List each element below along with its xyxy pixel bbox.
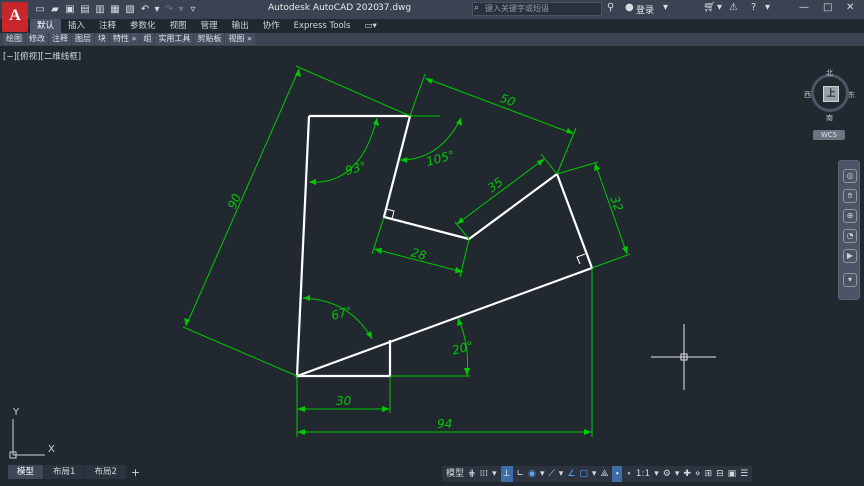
right-angle-mark-outer bbox=[576, 253, 586, 265]
isodraft-icon[interactable]: ⟋ bbox=[548, 466, 554, 482]
drawing-canvas[interactable]: 90 50 35 32 28 30 94 93° 105° 67° 20° Y … bbox=[0, 0, 864, 486]
compass-west[interactable]: 西 bbox=[804, 90, 811, 100]
snap-dropdown-icon[interactable]: ▾ bbox=[492, 466, 497, 482]
dim-28-ext-a bbox=[371, 216, 385, 255]
tab-layout1[interactable]: 布局1 bbox=[44, 465, 85, 479]
dimension-texts: 90 50 35 32 28 30 94 93° 105° 67° 20° bbox=[225, 91, 626, 431]
dim-text-20: 20° bbox=[451, 339, 475, 358]
grid-icon[interactable]: ⋕ bbox=[468, 466, 476, 482]
dim-text-30: 30 bbox=[336, 394, 352, 408]
ucs-icon bbox=[9, 419, 45, 459]
annotation-scale-auto-icon[interactable]: ⋆ bbox=[612, 466, 623, 482]
polar-tracking-icon[interactable]: ◉ bbox=[528, 466, 536, 482]
annotation-object-icon[interactable]: ⋆ bbox=[626, 466, 632, 482]
dim-text-93: 93° bbox=[344, 159, 368, 178]
dim-50-line bbox=[424, 77, 575, 135]
add-layout-button[interactable]: + bbox=[127, 466, 144, 479]
arrow-35-a bbox=[457, 217, 464, 224]
object-snap-tracking-icon[interactable]: ∠ bbox=[567, 466, 575, 482]
dim-35-ext-b bbox=[540, 153, 558, 175]
compass-south[interactable]: 南 bbox=[826, 113, 833, 123]
dim-text-32: 32 bbox=[607, 194, 625, 213]
arrow-50-a bbox=[425, 78, 433, 84]
viewcube[interactable]: 上 北 南 西 东 WCS bbox=[804, 68, 855, 148]
workspace-dropdown-icon[interactable]: ▾ bbox=[675, 466, 680, 482]
zoom-extents-icon[interactable]: ⊕ bbox=[843, 209, 857, 223]
arrow-30-a bbox=[297, 406, 305, 412]
tab-model[interactable]: 模型 bbox=[8, 465, 44, 479]
dim-text-35: 35 bbox=[485, 175, 506, 195]
dimensions bbox=[182, 65, 631, 437]
arrow-35-b bbox=[537, 159, 544, 166]
customization-icon[interactable]: ☰ bbox=[740, 466, 748, 482]
model-space-toggle[interactable]: 模型 bbox=[446, 466, 464, 482]
isolate-objects-icon[interactable]: ⊟ bbox=[716, 466, 724, 482]
wcs-menu-button[interactable]: WCS bbox=[813, 130, 845, 140]
showmotion-icon[interactable]: ▶ bbox=[843, 249, 857, 263]
annotation-monitor-icon[interactable]: ✚ bbox=[683, 466, 691, 482]
dim-text-28: 28 bbox=[409, 245, 428, 263]
arrow-30-b bbox=[382, 406, 390, 412]
viewcube-top-face[interactable]: 上 bbox=[823, 86, 839, 102]
arrow-50-b bbox=[566, 128, 574, 134]
navbar-menu-icon[interactable]: ▾ bbox=[843, 273, 857, 287]
annotation-scale-value[interactable]: 1:1 bbox=[636, 466, 650, 482]
workspace-gear-icon[interactable]: ⚙ bbox=[663, 466, 671, 482]
clean-screen-icon[interactable]: ▣ bbox=[728, 466, 737, 482]
ucs-y-label: Y bbox=[12, 407, 20, 418]
arrow-93-a bbox=[309, 179, 316, 185]
dim-50-ext-b bbox=[556, 127, 577, 175]
dim-90-ext-b bbox=[295, 65, 411, 117]
arrow-105-a bbox=[400, 157, 407, 163]
arrow-94-b bbox=[584, 429, 592, 435]
object-snap-icon[interactable]: ▢ bbox=[579, 466, 588, 482]
status-bar: 模型 ⋕ ⁞⁞⁞ ▾ ⊥ ∟ ◉ ▾ ⟋ ▾ ∠ ▢ ▾ ⟁ ⋆ ⋆ 1:1 ▾… bbox=[442, 466, 753, 482]
arrow-20-a bbox=[457, 318, 463, 326]
annotation-scale-dropdown-icon[interactable]: ▾ bbox=[654, 466, 659, 482]
dim-50-ext-a bbox=[409, 73, 426, 117]
snap-icon[interactable]: ⁞⁞⁞ bbox=[480, 466, 489, 482]
arrow-32-a bbox=[594, 163, 600, 171]
units-icon[interactable]: ⋄ bbox=[695, 466, 701, 482]
object-snap-dropdown-icon[interactable]: ▾ bbox=[592, 466, 597, 482]
navigation-bar: ◎ ✋︎ ⊕ ◔ ▶ ▾ bbox=[838, 160, 860, 300]
ucs-x-label: X bbox=[48, 444, 55, 455]
dim-text-105: 105° bbox=[425, 148, 457, 169]
tab-layout2[interactable]: 布局2 bbox=[85, 465, 126, 479]
arrow-67-b bbox=[366, 331, 372, 339]
orbit-icon[interactable]: ◔ bbox=[843, 229, 857, 243]
dim-90-ext-a bbox=[182, 326, 298, 377]
ortho-icon[interactable]: ∟ bbox=[517, 466, 525, 482]
infer-constraints-icon[interactable]: ⊥ bbox=[500, 466, 513, 482]
arrow-93-b bbox=[373, 118, 379, 126]
steering-wheel-icon[interactable]: ◎ bbox=[843, 169, 857, 183]
dim-text-90: 90 bbox=[225, 191, 244, 211]
dim-35-line bbox=[456, 158, 545, 225]
pan-icon[interactable]: ✋︎ bbox=[843, 189, 857, 203]
layout-tabs: 模型 布局1 布局2 + bbox=[8, 465, 144, 479]
dim-text-67: 67° bbox=[330, 304, 354, 323]
quick-properties-icon[interactable]: ⊞ bbox=[705, 466, 713, 482]
dim-32-ext-a bbox=[556, 161, 599, 175]
dim-32-ext-b bbox=[591, 253, 631, 269]
arrow-67-a bbox=[303, 295, 310, 301]
isodraft-dropdown-icon[interactable]: ▾ bbox=[559, 466, 564, 482]
compass-east[interactable]: 东 bbox=[848, 90, 855, 100]
dim-text-94: 94 bbox=[437, 417, 452, 431]
arrow-94-a bbox=[297, 429, 305, 435]
autocad-window: A ▭ ▰ ▣ ▤ ▥ ▦ ▧ ↶ ▾ ↷ ▾ ▿ Autodesk AutoC… bbox=[0, 0, 864, 486]
compass-north[interactable]: 北 bbox=[826, 68, 833, 78]
dim-arrowheads bbox=[184, 69, 628, 435]
polar-dropdown-icon[interactable]: ▾ bbox=[540, 466, 545, 482]
crosshair-cursor bbox=[651, 324, 716, 390]
arrow-28-a bbox=[374, 248, 382, 254]
arrow-32-b bbox=[622, 246, 628, 254]
annotation-visibility-icon[interactable]: ⟁ bbox=[600, 466, 608, 482]
arrow-20-b bbox=[464, 368, 470, 376]
